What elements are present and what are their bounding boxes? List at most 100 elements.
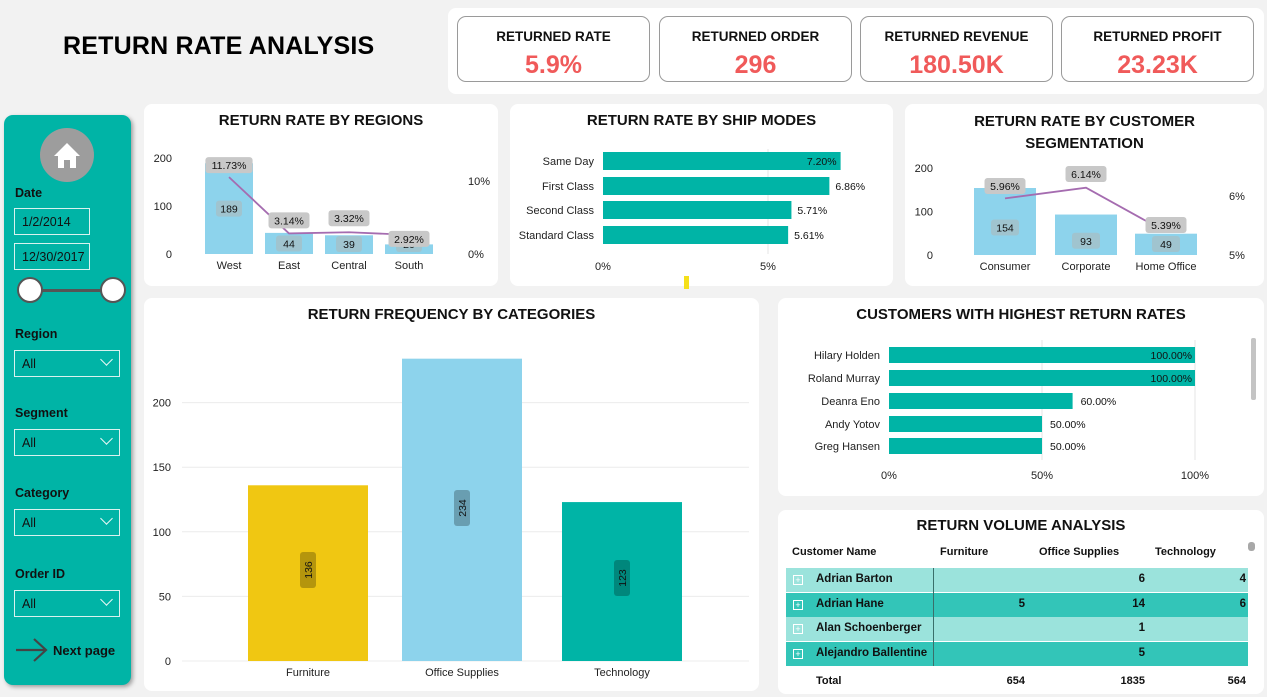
- volume-table: Customer Name Furniture Office Supplies Tec…: [778, 510, 1264, 694]
- bar: [889, 416, 1042, 432]
- y-tick-label: Hilary Holden: [814, 350, 880, 362]
- table-row[interactable]: + Alan Schoenberger 1: [786, 617, 1248, 641]
- bar-value-label: 189: [220, 204, 238, 216]
- y-tick-label: Same Day: [543, 156, 595, 168]
- bar-value-label: 7.20%: [807, 156, 837, 168]
- bar: [889, 347, 1195, 363]
- x-tick-label: 0%: [881, 470, 897, 482]
- home-button[interactable]: [40, 128, 94, 182]
- bar-value-label: 50.00%: [1050, 419, 1086, 431]
- y-tick-label: 100: [153, 527, 171, 539]
- y-tick-label: 50: [159, 591, 171, 603]
- column-divider: [933, 568, 934, 666]
- region-dropdown[interactable]: All: [14, 350, 120, 377]
- arrow-right-icon: [16, 638, 48, 662]
- expand-icon[interactable]: +: [793, 624, 803, 634]
- customer-name-cell: Adrian Barton: [816, 573, 893, 585]
- column-header[interactable]: Furniture: [940, 546, 988, 558]
- y2-tick-label: 5%: [1229, 250, 1245, 262]
- date-slider-end-handle[interactable]: [100, 277, 126, 303]
- segment-dropdown[interactable]: All: [14, 429, 120, 456]
- bar: [603, 201, 792, 219]
- rate-line: [228, 176, 410, 236]
- x-tick-label: 100%: [1181, 470, 1209, 482]
- bar: [603, 177, 830, 195]
- kpi-label: RETURNED PROFIT: [1093, 29, 1222, 44]
- column-header[interactable]: Technology: [1155, 546, 1216, 558]
- y-tick-label: 0: [165, 656, 171, 668]
- x-tick-label: Central: [331, 260, 366, 272]
- category-dropdown[interactable]: All: [14, 509, 120, 536]
- date-start-input[interactable]: 1/2/2014: [14, 208, 90, 235]
- date-slider-start-handle[interactable]: [17, 277, 43, 303]
- card-return-rate-by-ship-modes: RETURN RATE BY SHIP MODES Same Day 7.20% F…: [510, 104, 893, 286]
- rate-label: 6.14%: [1071, 169, 1101, 181]
- chart-customers: Hilary Holden 100.00% Roland Murray 100.00%…: [808, 340, 1209, 482]
- total-value: 1835: [1120, 675, 1145, 687]
- y-tick-label: 200: [915, 163, 933, 175]
- bar: [889, 393, 1073, 409]
- table-row[interactable]: + Alejandro Ballentine 5: [786, 641, 1248, 666]
- y-tick-label: 0: [927, 250, 933, 262]
- order-id-dropdown[interactable]: All: [14, 590, 120, 617]
- x-tick-label: Furniture: [286, 667, 330, 679]
- table-row[interactable]: + Adrian Barton 6 4: [786, 568, 1248, 592]
- bar-value-label: 49: [1160, 239, 1172, 251]
- bar: [889, 370, 1195, 386]
- expand-icon[interactable]: +: [793, 599, 803, 610]
- bar-value-label: 5.61%: [794, 230, 824, 242]
- table-row[interactable]: + Adrian Hane 5 14 6: [786, 592, 1248, 617]
- y-tick-label: 100: [154, 201, 172, 213]
- date-end-input[interactable]: 12/30/2017: [14, 243, 90, 270]
- bar-value-label: 234: [457, 499, 469, 517]
- date-label: Date: [15, 186, 43, 200]
- x-tick-label: Corporate: [1062, 261, 1111, 273]
- rate-label: 2.92%: [394, 234, 424, 246]
- region-value: All: [22, 357, 36, 371]
- category-value: All: [22, 516, 36, 530]
- value-cell: 4: [1239, 573, 1246, 585]
- bar-value-label: 60.00%: [1081, 396, 1117, 408]
- bar-value-label: 6.86%: [835, 181, 865, 193]
- y-tick-label: 0: [166, 249, 172, 261]
- x-tick-label: South: [395, 260, 424, 272]
- customer-name-cell: Adrian Hane: [816, 597, 884, 610]
- rate-label: 5.39%: [1151, 220, 1181, 232]
- chart-regions: 200100010%0%189West44East39Central20Sout…: [154, 153, 491, 272]
- x-tick-label: East: [278, 260, 300, 272]
- x-tick-label: 5%: [760, 261, 776, 273]
- x-tick-label: 0%: [595, 261, 611, 273]
- kpi-label: RETURNED REVENUE: [884, 29, 1029, 44]
- rate-label: 3.14%: [274, 215, 304, 227]
- chevron-down-icon: [100, 593, 113, 606]
- next-page-label: Next page: [53, 643, 116, 658]
- filter-sidebar: Date 1/2/2014 12/30/2017 Region All Segm…: [4, 115, 131, 685]
- chevron-down-icon: [100, 432, 113, 445]
- customer-name-cell: Alan Schoenberger: [816, 622, 922, 634]
- chart-categories: 200 150 100 50 0 136 Furniture 234 Office Suppli…: [153, 358, 749, 679]
- scrollbar[interactable]: [1251, 338, 1256, 400]
- column-header[interactable]: Office Supplies: [1039, 546, 1119, 558]
- card-return-rate-by-regions: RETURN RATE BY REGIONS 200 100 0 10% 0% 189 We…: [144, 104, 498, 286]
- bar-value-label: 100.00%: [1151, 350, 1192, 362]
- y-tick-label: Standard Class: [519, 230, 595, 242]
- rate-label: 5.96%: [990, 181, 1020, 193]
- x-tick-label: 50%: [1031, 470, 1053, 482]
- bar-value-label: 50.00%: [1050, 441, 1086, 453]
- kpi-label: RETURNED ORDER: [691, 29, 820, 44]
- y-tick-label: Roland Murray: [808, 373, 881, 385]
- y-tick-label: Deanra Eno: [821, 396, 880, 408]
- region-label: Region: [15, 327, 58, 341]
- total-value: 564: [1227, 675, 1246, 687]
- chevron-down-icon: [100, 353, 113, 366]
- expand-icon[interactable]: +: [793, 648, 803, 659]
- column-header[interactable]: Customer Name: [792, 546, 876, 558]
- page-title: RETURN RATE ANALYSIS: [63, 32, 375, 60]
- bar: [603, 226, 789, 244]
- x-tick-label: Consumer: [980, 261, 1031, 273]
- next-page-button[interactable]: Next page: [14, 635, 126, 665]
- expand-icon[interactable]: +: [793, 575, 803, 585]
- total-label: Total: [816, 675, 842, 687]
- customer-name-cell: Alejandro Ballentine: [816, 646, 928, 659]
- y-tick-label: First Class: [542, 181, 594, 193]
